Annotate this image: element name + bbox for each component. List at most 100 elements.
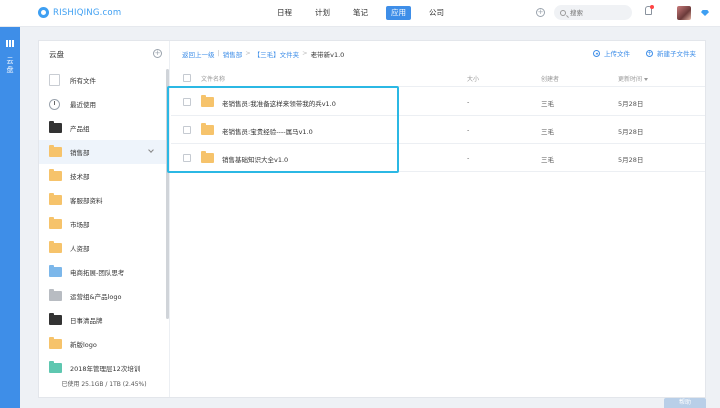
nav-item-apps[interactable]: 应用: [386, 6, 411, 20]
nav-item-company[interactable]: 公司: [424, 6, 449, 20]
folder-icon: [49, 289, 62, 301]
folder-icon: [49, 193, 62, 205]
row-checkbox[interactable]: [183, 126, 191, 134]
sidebar-item-hr[interactable]: 人资部: [39, 236, 168, 260]
column-updated-label: 更新时间: [618, 76, 643, 83]
file-name[interactable]: 老销售员:我准备这样来领带我的兵v1.0: [222, 98, 336, 108]
sidebar-item-ops-logo[interactable]: 运营组&产品logo: [39, 284, 168, 308]
breadcrumb-separator: >: [245, 49, 251, 57]
diamond-icon[interactable]: [701, 10, 709, 16]
breadcrumb-item-folder[interactable]: 【三毛】文件夹: [254, 49, 300, 59]
search-box[interactable]: [554, 5, 632, 20]
add-folder-icon[interactable]: +: [153, 49, 162, 58]
sidebar-scrollbar[interactable]: [166, 69, 169, 319]
file-name[interactable]: 老销售员:宝贵经验----属马v1.0: [222, 126, 313, 136]
breadcrumb-item-current: 老带新v1.0: [310, 51, 345, 59]
nav-item-notes[interactable]: 笔记: [348, 6, 373, 20]
folder-icon: [49, 241, 62, 253]
folder-icon: [201, 151, 214, 163]
brand-logo[interactable]: RISHIQING.com: [38, 7, 121, 18]
sidebar-item-label: 销售部: [70, 149, 90, 157]
file-size: -: [467, 154, 470, 162]
sidebar-item-label: 客服部资料: [70, 197, 103, 205]
sort-down-icon: [644, 78, 649, 81]
row-checkbox[interactable]: [183, 154, 191, 162]
file-size: -: [467, 126, 470, 134]
upload-icon: [593, 49, 600, 57]
sidebar-item-label: 技术部: [70, 173, 90, 181]
search-icon: [560, 9, 566, 16]
chevron-down-icon[interactable]: [148, 147, 154, 153]
breadcrumb: 返回上一级 | 销售部 > 【三毛】文件夹 > 老带新v1.0: [182, 49, 344, 59]
sidebar-item-marketing[interactable]: 市场部: [39, 212, 168, 236]
folder-list: 所有文件 最近使用 产品组 销售部 技术部 客服部资料 市场部 人资部 电商拓展…: [39, 68, 168, 380]
sidebar-item-label: 日事清品牌: [70, 317, 103, 325]
sidebar-item-all-files[interactable]: 所有文件: [39, 68, 168, 92]
help-button[interactable]: 帮助: [664, 398, 706, 408]
column-name[interactable]: 文件名称: [201, 74, 225, 83]
sidebar-item-label: 市场部: [70, 221, 90, 229]
breadcrumb-back[interactable]: 返回上一级: [182, 49, 215, 59]
file-creator: 三毛: [541, 100, 554, 108]
file-icon: [49, 74, 60, 86]
new-subfolder-button[interactable]: + 新建子文件夹: [646, 48, 696, 58]
sidebar-item-label: 产品组: [70, 125, 90, 133]
folder-icon: [201, 95, 214, 107]
folder-icon: [49, 145, 62, 157]
table-row[interactable]: 销售基础知识大全v1.0 - 三毛 5月28日: [171, 144, 705, 172]
folder-icon: [49, 121, 62, 133]
file-updated: 5月28日: [618, 156, 644, 164]
avatar[interactable]: [677, 6, 691, 20]
app-side-strip: 云盘: [0, 27, 20, 408]
sidebar-item-tech[interactable]: 技术部: [39, 164, 168, 188]
column-size[interactable]: 大小: [467, 74, 479, 83]
folder-icon: [49, 313, 62, 325]
sidebar-item-ecommerce[interactable]: 电商拓展-团队思考: [39, 260, 168, 284]
sidebar-item-recent[interactable]: 最近使用: [39, 92, 168, 116]
select-all-checkbox[interactable]: [183, 74, 191, 82]
breadcrumb-item-sales[interactable]: 销售部: [223, 49, 243, 59]
nav-item-plan[interactable]: 计划: [310, 6, 335, 20]
upload-file-button[interactable]: 上传文件: [593, 48, 630, 58]
sidebar-item-brand[interactable]: 日事清品牌: [39, 308, 168, 332]
sidebar-item-label: 人资部: [70, 245, 90, 253]
side-strip-label[interactable]: 云盘: [4, 57, 16, 75]
breadcrumb-separator: |: [217, 49, 220, 57]
sidebar-item-sales[interactable]: 销售部: [39, 140, 168, 164]
grid-menu-icon[interactable]: [6, 40, 14, 47]
nav-item-schedule[interactable]: 日程: [272, 6, 297, 20]
folder-icon: [201, 123, 214, 135]
sidebar-item-product-group[interactable]: 产品组: [39, 116, 168, 140]
table-row[interactable]: 老销售员:宝贵经验----属马v1.0 - 三毛 5月28日: [171, 116, 705, 144]
brand-name: RISHIQING.com: [53, 7, 122, 18]
upload-label: 上传文件: [604, 50, 630, 58]
drive-sidebar: 云盘 + 所有文件 最近使用 产品组 销售部 技术部 客服部资料 市场部 人资部…: [39, 41, 170, 397]
table-row[interactable]: 老销售员:我准备这样来领带我的兵v1.0 - 三毛 5月28日: [171, 88, 705, 116]
folder-icon: [49, 217, 62, 229]
main-nav: 日程 计划 笔记 应用 公司: [272, 6, 462, 20]
folder-icon: [49, 337, 62, 349]
column-updated[interactable]: 更新时间: [618, 74, 649, 83]
top-bar: RISHIQING.com 日程 计划 笔记 应用 公司 +: [0, 0, 720, 27]
sidebar-item-label: 新版logo: [70, 341, 97, 349]
sidebar-item-new-logo[interactable]: 新版logo: [39, 332, 168, 356]
file-updated: 5月28日: [618, 128, 644, 136]
add-icon[interactable]: +: [536, 8, 545, 17]
file-creator: 三毛: [541, 128, 554, 136]
search-input[interactable]: [570, 8, 630, 17]
sidebar-item-training[interactable]: 2018年管理层12次培训: [39, 356, 168, 380]
folder-icon: [49, 169, 62, 181]
sidebar-item-label: 2018年管理层12次培训: [70, 365, 141, 373]
table-header: 文件名称 大小 创建者 更新时间: [171, 69, 705, 87]
clock-icon: [49, 98, 60, 110]
file-name[interactable]: 销售基础知识大全v1.0: [222, 154, 288, 164]
sidebar-item-label: 运营组&产品logo: [70, 293, 122, 301]
plus-icon: +: [646, 49, 653, 57]
column-creator[interactable]: 创建者: [541, 74, 559, 83]
sidebar-item-label: 最近使用: [70, 101, 96, 109]
drive-panel: 云盘 + 所有文件 最近使用 产品组 销售部 技术部 客服部资料 市场部 人资部…: [38, 40, 706, 398]
row-checkbox[interactable]: [183, 98, 191, 106]
notification-dot: [650, 5, 654, 9]
storage-usage: 已使用 25.1GB / 1TB (2.45%): [61, 381, 147, 388]
sidebar-item-support-docs[interactable]: 客服部资料: [39, 188, 168, 212]
